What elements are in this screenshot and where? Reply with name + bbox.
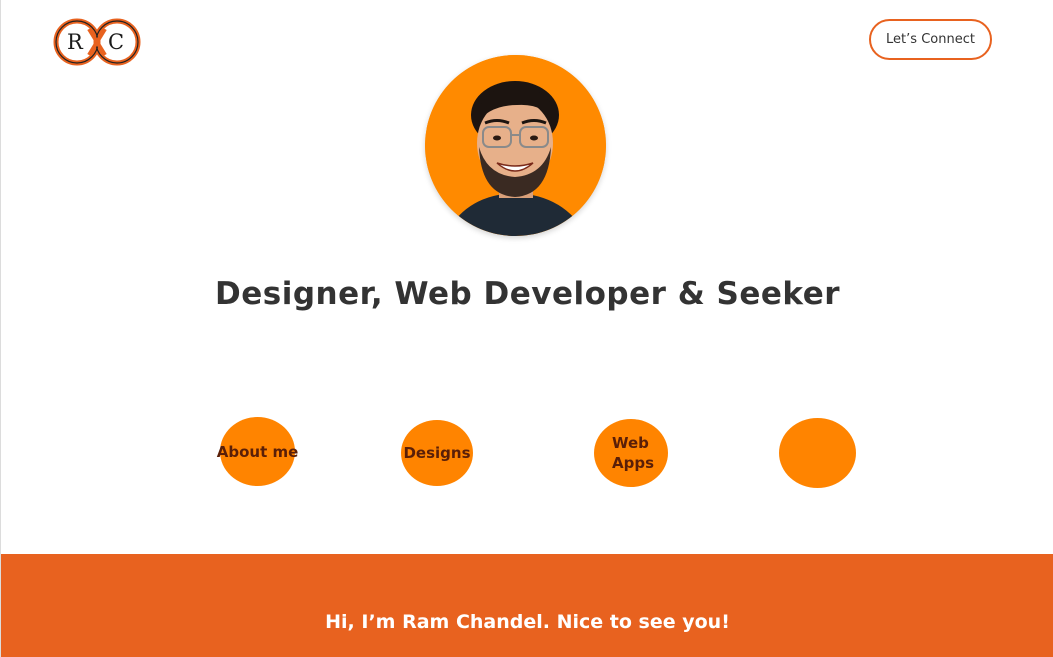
unlabeled-circle-button[interactable] [779, 418, 856, 488]
page: R C Let’s Connect Designer, Web Develope… [0, 0, 1053, 657]
designs-button[interactable]: Designs [401, 420, 473, 486]
about-me-label: About me [216, 442, 299, 461]
avatar-illustration-icon [425, 55, 606, 236]
web-apps-label-line2: Apps [612, 454, 655, 472]
web-apps-label-line1: Web [612, 434, 649, 452]
avatar [425, 55, 606, 236]
site-logo[interactable]: R C [53, 17, 141, 67]
greeting-text: Hi, I’m Ram Chandel. Nice to see you! [325, 611, 730, 633]
about-me-button[interactable]: About me [217, 417, 298, 486]
logo-letter-c: C [108, 30, 125, 54]
web-apps-button[interactable]: Web Apps [594, 419, 668, 487]
page-title: Designer, Web Developer & Seeker [214, 276, 841, 312]
designs-label: Designs [403, 444, 471, 462]
lets-connect-button[interactable]: Let’s Connect [869, 19, 992, 60]
footer-band [1, 554, 1053, 657]
logo-letter-r: R [67, 30, 83, 54]
